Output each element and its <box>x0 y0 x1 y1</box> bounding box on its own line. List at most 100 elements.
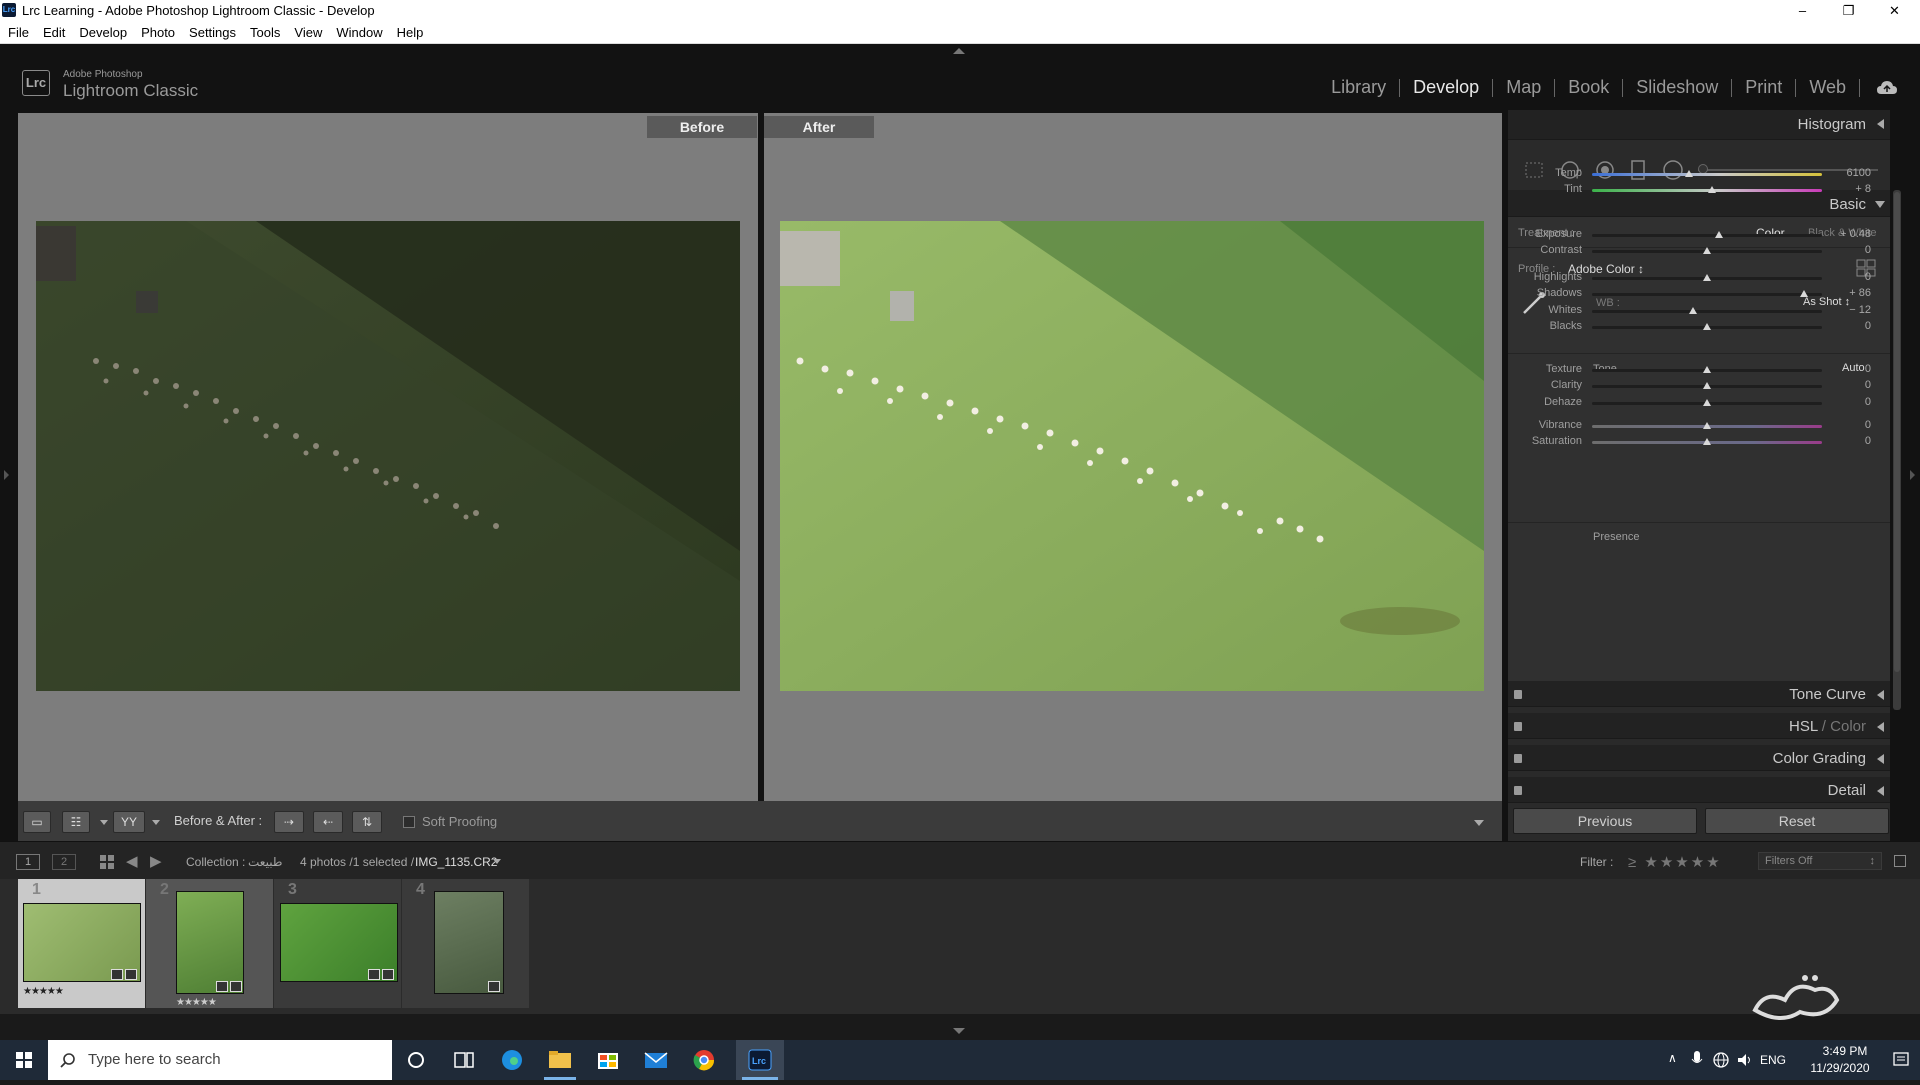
microphone-icon[interactable] <box>1690 1050 1704 1070</box>
before-photo[interactable] <box>36 221 740 691</box>
slider-thumb-tint[interactable] <box>1707 186 1716 193</box>
after-view[interactable]: After <box>764 113 1502 801</box>
taskbar-search-box[interactable]: Type here to search <box>48 1040 392 1080</box>
slider-track-shadows[interactable] <box>1592 293 1822 296</box>
before-after-view-button[interactable]: ☷ <box>62 811 90 833</box>
slider-value-saturation[interactable]: 0 <box>1826 435 1871 447</box>
slider-value-temp[interactable]: 6100 <box>1826 167 1871 179</box>
secondary-window-button[interactable]: 2 <box>52 854 76 870</box>
previous-photo-arrow-icon[interactable]: ◀ <box>126 852 138 870</box>
slider-thumb-temp[interactable] <box>1684 170 1693 177</box>
slider-value-blacks[interactable]: 0 <box>1826 320 1871 332</box>
show-hidden-icons-chevron-icon[interactable]: ∧ <box>1668 1051 1677 1065</box>
grid-view-icon[interactable] <box>99 854 115 870</box>
slider-thumb-exposure[interactable] <box>1714 231 1723 238</box>
selected-filename[interactable]: IMG_1135.CR2 <box>415 855 497 869</box>
filmstrip-cell-4[interactable]: 4 <box>402 879 529 1008</box>
module-develop[interactable]: Develop <box>1400 77 1492 98</box>
soft-proofing-checkbox[interactable] <box>403 816 415 828</box>
menu-develop[interactable]: Develop <box>72 22 134 43</box>
menu-settings[interactable]: Settings <box>182 22 243 43</box>
slider-track-whites[interactable] <box>1592 310 1822 313</box>
filmstrip-cell-2[interactable]: 2 ★★★★★ <box>146 879 273 1008</box>
slider-thumb-dehaze[interactable] <box>1703 399 1711 406</box>
slider-value-highlights[interactable]: 0 <box>1826 271 1871 283</box>
slider-value-texture[interactable]: 0 <box>1826 363 1871 375</box>
hsl-panel-header[interactable]: HSL / Color <box>1508 713 1890 739</box>
input-language[interactable]: ENG <box>1760 1053 1786 1067</box>
swap-before-after-button[interactable]: ⇅ <box>352 811 382 833</box>
filter-lock-icon[interactable] <box>1894 855 1906 867</box>
module-book[interactable]: Book <box>1555 77 1622 98</box>
slider-value-vibrance[interactable]: 0 <box>1826 419 1871 431</box>
histogram-panel-header[interactable]: Histogram <box>1508 110 1890 140</box>
slider-value-dehaze[interactable]: 0 <box>1826 396 1871 408</box>
loupe-view-button[interactable]: ▭ <box>23 811 51 833</box>
panel-toggle-icon[interactable] <box>1514 722 1522 731</box>
panel-toggle-icon[interactable] <box>1514 690 1522 699</box>
previous-button[interactable]: Previous <box>1513 808 1697 834</box>
toolbar-content-dropdown-icon[interactable] <box>1474 820 1484 826</box>
slider-value-clarity[interactable]: 0 <box>1826 379 1871 391</box>
yy-dropdown-icon[interactable] <box>152 820 160 825</box>
collapse-right-panel-icon[interactable] <box>1910 470 1915 480</box>
after-photo[interactable] <box>780 221 1484 691</box>
file-explorer-icon[interactable] <box>536 1040 584 1080</box>
slider-value-exposure[interactable]: + 0.48 <box>1826 228 1871 240</box>
task-view-icon[interactable] <box>440 1040 488 1080</box>
next-photo-arrow-icon[interactable]: ▶ <box>150 852 162 870</box>
menu-help[interactable]: Help <box>390 22 431 43</box>
slider-thumb-texture[interactable] <box>1703 366 1711 373</box>
slider-thumb-whites[interactable] <box>1689 307 1698 314</box>
menu-tools[interactable]: Tools <box>243 22 287 43</box>
reset-button[interactable]: Reset <box>1705 808 1889 834</box>
view-mode-dropdown-icon[interactable] <box>100 820 108 825</box>
menu-edit[interactable]: Edit <box>36 22 72 43</box>
module-map[interactable]: Map <box>1493 77 1554 98</box>
before-view[interactable]: Before <box>18 113 758 801</box>
right-panel-scrollbar-thumb[interactable] <box>1894 192 1900 672</box>
clock-date[interactable]: 11/29/2020 <box>1800 1061 1880 1075</box>
slider-thumb-blacks[interactable] <box>1703 323 1711 330</box>
slider-track-temp[interactable] <box>1592 173 1822 176</box>
primary-window-button[interactable]: 1 <box>16 854 40 870</box>
lightroom-taskbar-button[interactable]: Lrc <box>736 1040 784 1080</box>
restore-button[interactable]: ❐ <box>1826 0 1871 22</box>
expand-left-panel-icon[interactable] <box>4 470 9 480</box>
slider-track-exposure[interactable] <box>1592 234 1822 237</box>
slider-thumb-vibrance[interactable] <box>1703 422 1711 429</box>
collapse-top-panel-icon[interactable] <box>953 48 965 54</box>
panel-toggle-icon[interactable] <box>1514 754 1522 763</box>
panel-toggle-icon[interactable] <box>1514 786 1522 795</box>
slider-value-contrast[interactable]: 0 <box>1826 244 1871 256</box>
menu-view[interactable]: View <box>287 22 329 43</box>
volume-speaker-icon[interactable] <box>1736 1051 1754 1069</box>
close-button[interactable]: ✕ <box>1872 0 1917 22</box>
cortana-icon[interactable] <box>392 1040 440 1080</box>
notifications-icon[interactable] <box>1892 1051 1910 1069</box>
copy-before-to-after-button[interactable]: ⇢ <box>274 811 304 833</box>
module-library[interactable]: Library <box>1318 77 1399 98</box>
module-web[interactable]: Web <box>1796 77 1859 98</box>
slider-value-shadows[interactable]: + 86 <box>1826 287 1871 299</box>
menu-window[interactable]: Window <box>329 22 389 43</box>
slider-thumb-shadows[interactable] <box>1799 290 1808 297</box>
windows-start-icon[interactable] <box>0 1040 48 1080</box>
slider-thumb-highlights[interactable] <box>1703 274 1711 281</box>
microsoft-store-icon[interactable] <box>584 1040 632 1080</box>
minimize-button[interactable]: – <box>1780 0 1825 22</box>
menu-file[interactable]: File <box>0 22 36 43</box>
module-slideshow[interactable]: Slideshow <box>1623 77 1731 98</box>
filmstrip-cell-3[interactable]: 3 <box>274 879 401 1008</box>
menu-photo[interactable]: Photo <box>134 22 182 43</box>
slider-value-whites[interactable]: − 12 <box>1826 304 1871 316</box>
slider-value-tint[interactable]: + 8 <box>1826 183 1871 195</box>
copy-after-to-before-button[interactable]: ⇠ <box>313 811 343 833</box>
filter-preset-dropdown[interactable]: Filters Off ↕ <box>1758 852 1882 870</box>
rating-filter-stars[interactable]: ≥ ★★★★★ <box>1628 853 1722 871</box>
detail-panel-header[interactable]: Detail <box>1508 777 1890 803</box>
network-globe-icon[interactable] <box>1712 1051 1730 1069</box>
slider-thumb-clarity[interactable] <box>1703 382 1711 389</box>
slider-thumb-saturation[interactable] <box>1703 438 1711 445</box>
edge-browser-icon[interactable] <box>488 1040 536 1080</box>
